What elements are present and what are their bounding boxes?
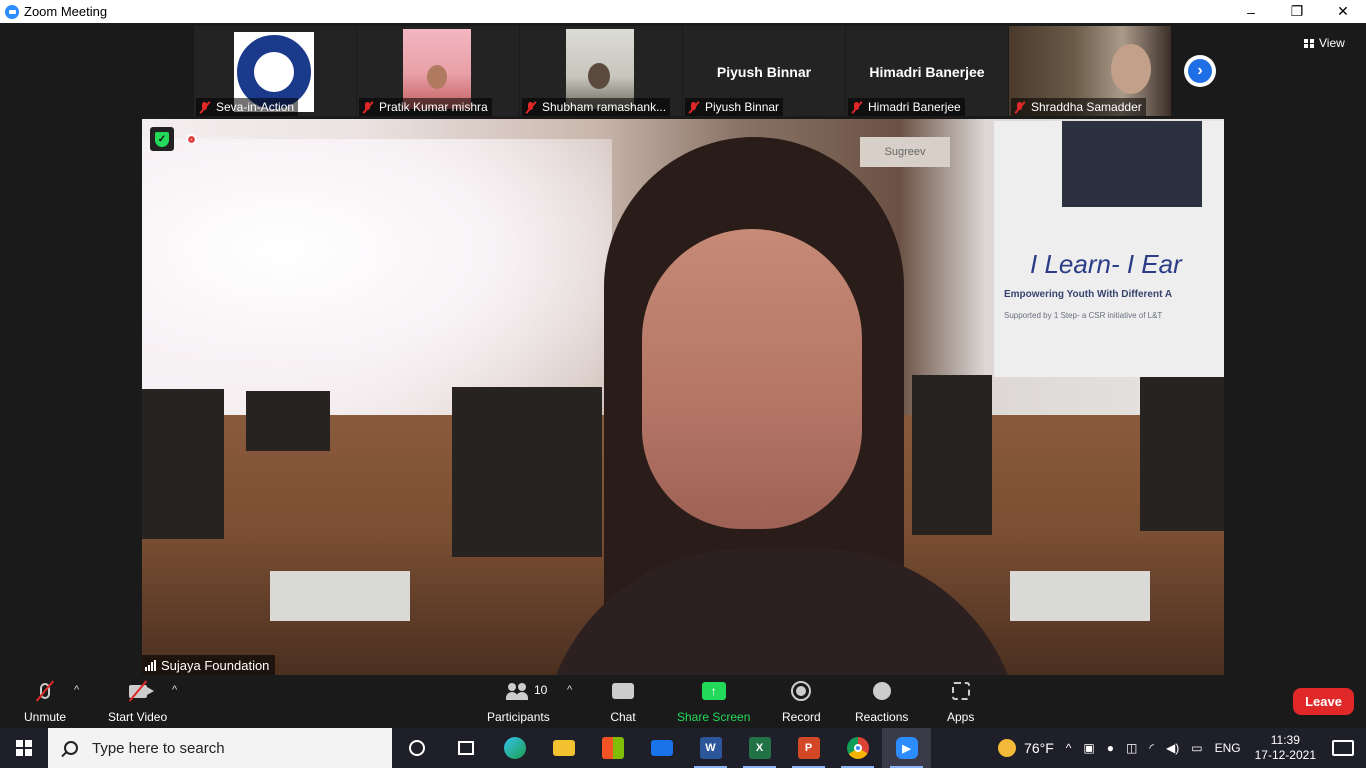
grid-icon (1304, 38, 1314, 48)
leave-button[interactable]: Leave (1293, 688, 1354, 715)
window-title: Zoom Meeting (24, 4, 108, 19)
view-button[interactable]: View (1304, 34, 1345, 52)
cortana-icon[interactable] (392, 728, 441, 768)
minimize-button[interactable]: – (1228, 0, 1274, 23)
participant-strip: Seva-in-Action Pratik Kumar mishra Shubh… (194, 26, 1174, 116)
reactions-button[interactable]: Reactions (855, 678, 908, 726)
search-icon (64, 741, 78, 755)
record-icon (791, 681, 812, 701)
apps-button[interactable]: Apps (947, 678, 974, 726)
powerpoint-icon[interactable]: P (784, 728, 833, 768)
mic-muted-icon (361, 100, 375, 114)
record-dot-icon (186, 133, 197, 145)
file-explorer-icon[interactable] (539, 728, 588, 768)
wall-banner: I Learn- I Ear Empowering Youth With Dif… (994, 121, 1224, 377)
edge-icon[interactable] (490, 728, 539, 768)
speaker-name-label: Sujaya Foundation (142, 655, 276, 675)
participant-video (566, 29, 634, 109)
participant-name-label: Himadri Banerjee (848, 98, 965, 116)
windows-logo-icon (16, 740, 32, 756)
close-button[interactable]: ✕ (1320, 0, 1366, 23)
wall-sign: Sugreev (860, 137, 950, 167)
participant-tile[interactable]: Shraddha Samadder (1009, 26, 1171, 116)
language-indicator[interactable]: ENG (1215, 741, 1241, 755)
word-icon[interactable]: W (686, 728, 735, 768)
volume-icon[interactable]: ◀) (1166, 741, 1179, 755)
system-tray: 76°F ^ ▣ ● ◫ ◜ ◀) ▭ ENG 11:39 17-12-2021 (992, 728, 1366, 768)
unmute-button[interactable]: Unmute (24, 678, 66, 726)
mic-muted-icon (198, 100, 212, 114)
next-page-button[interactable]: › (1184, 55, 1216, 87)
meet-now-icon[interactable]: ▣ (1083, 741, 1094, 755)
participant-name-label: Seva-in-Action (196, 98, 299, 116)
weather-widget[interactable]: 76°F (998, 739, 1054, 757)
participant-tile[interactable]: Piyush Binnar Piyush Binnar (683, 26, 845, 116)
audio-options-caret-icon[interactable]: ^ (74, 684, 79, 696)
meeting-area: Seva-in-Action Pratik Kumar mishra Shubh… (0, 23, 1366, 675)
microsoft-store-icon[interactable] (588, 728, 637, 768)
participant-tile[interactable]: Himadri Banerjee Himadri Banerjee (846, 26, 1008, 116)
participants-options-caret-icon[interactable]: ^ (567, 684, 572, 696)
zoom-app-icon (5, 4, 19, 19)
chat-button[interactable]: Chat (610, 678, 636, 726)
network-status-icon[interactable]: ◫ (1126, 741, 1137, 755)
participant-tile[interactable]: Shubham ramashank... (520, 26, 682, 116)
chrome-icon[interactable] (833, 728, 882, 768)
notification-center-icon[interactable] (1332, 740, 1354, 756)
task-view-icon[interactable] (441, 728, 490, 768)
video-options-caret-icon[interactable]: ^ (172, 684, 177, 696)
participant-tile[interactable]: Seva-in-Action (194, 26, 356, 116)
smiley-plus-icon (872, 682, 891, 700)
security-shield-icon[interactable]: ✓ (150, 127, 174, 151)
participant-name-label: Pratik Kumar mishra (359, 98, 492, 116)
participant-tile[interactable]: Pratik Kumar mishra (357, 26, 519, 116)
wifi-icon[interactable]: ◜ (1149, 741, 1154, 755)
tray-overflow-icon[interactable]: ^ (1066, 741, 1072, 755)
active-speaker-video: Sugreev I Learn- I Ear Empowering Youth … (142, 119, 1224, 675)
mic-muted-icon (524, 100, 538, 114)
mic-muted-icon (1013, 100, 1027, 114)
share-screen-button[interactable]: ↑ Share Screen (677, 678, 750, 726)
participant-display-name: Piyush Binnar (716, 64, 812, 80)
speaker-face (642, 229, 862, 529)
start-button[interactable] (0, 728, 48, 768)
excel-icon[interactable]: X (735, 728, 784, 768)
participant-name-label: Shraddha Samadder (1011, 98, 1146, 116)
share-screen-icon: ↑ (701, 682, 726, 700)
title-bar: Zoom Meeting – ❐ ✕ (0, 0, 1366, 23)
microphone-tray-icon[interactable]: ● (1107, 741, 1114, 755)
signal-strength-icon (145, 659, 156, 671)
participants-icon (506, 682, 530, 700)
windows-taskbar: Type here to search W X P ▶ 76°F ^ ▣ ● ◫… (0, 728, 1366, 768)
participant-name-label: Shubham ramashank... (522, 98, 671, 116)
restore-button[interactable]: ❐ (1274, 0, 1320, 23)
chat-bubble-icon (612, 683, 634, 699)
taskbar-search-box[interactable]: Type here to search (48, 728, 392, 768)
participants-count: 10 (534, 683, 548, 697)
mic-muted-icon (850, 100, 864, 114)
battery-icon[interactable]: ▭ (1191, 741, 1202, 755)
participant-name-label: Piyush Binnar (685, 98, 784, 116)
apps-icon (951, 682, 970, 700)
window-controls: – ❐ ✕ (1228, 0, 1366, 23)
clock[interactable]: 11:39 17-12-2021 (1255, 733, 1316, 763)
mail-icon[interactable] (637, 728, 686, 768)
chevron-right-icon: › (1197, 62, 1203, 79)
start-video-button[interactable]: Start Video (108, 678, 167, 726)
weather-sun-icon (998, 739, 1017, 757)
zoom-icon[interactable]: ▶ (882, 728, 931, 768)
participant-display-name: Himadri Banerjee (869, 64, 985, 80)
meeting-controls: Unmute ^ Start Video ^ Participants 10 ^… (0, 675, 1366, 728)
record-button[interactable]: Record (782, 678, 821, 726)
mic-muted-icon (687, 100, 701, 114)
recording-indicator: Recording (186, 130, 254, 148)
participant-video (403, 29, 471, 109)
